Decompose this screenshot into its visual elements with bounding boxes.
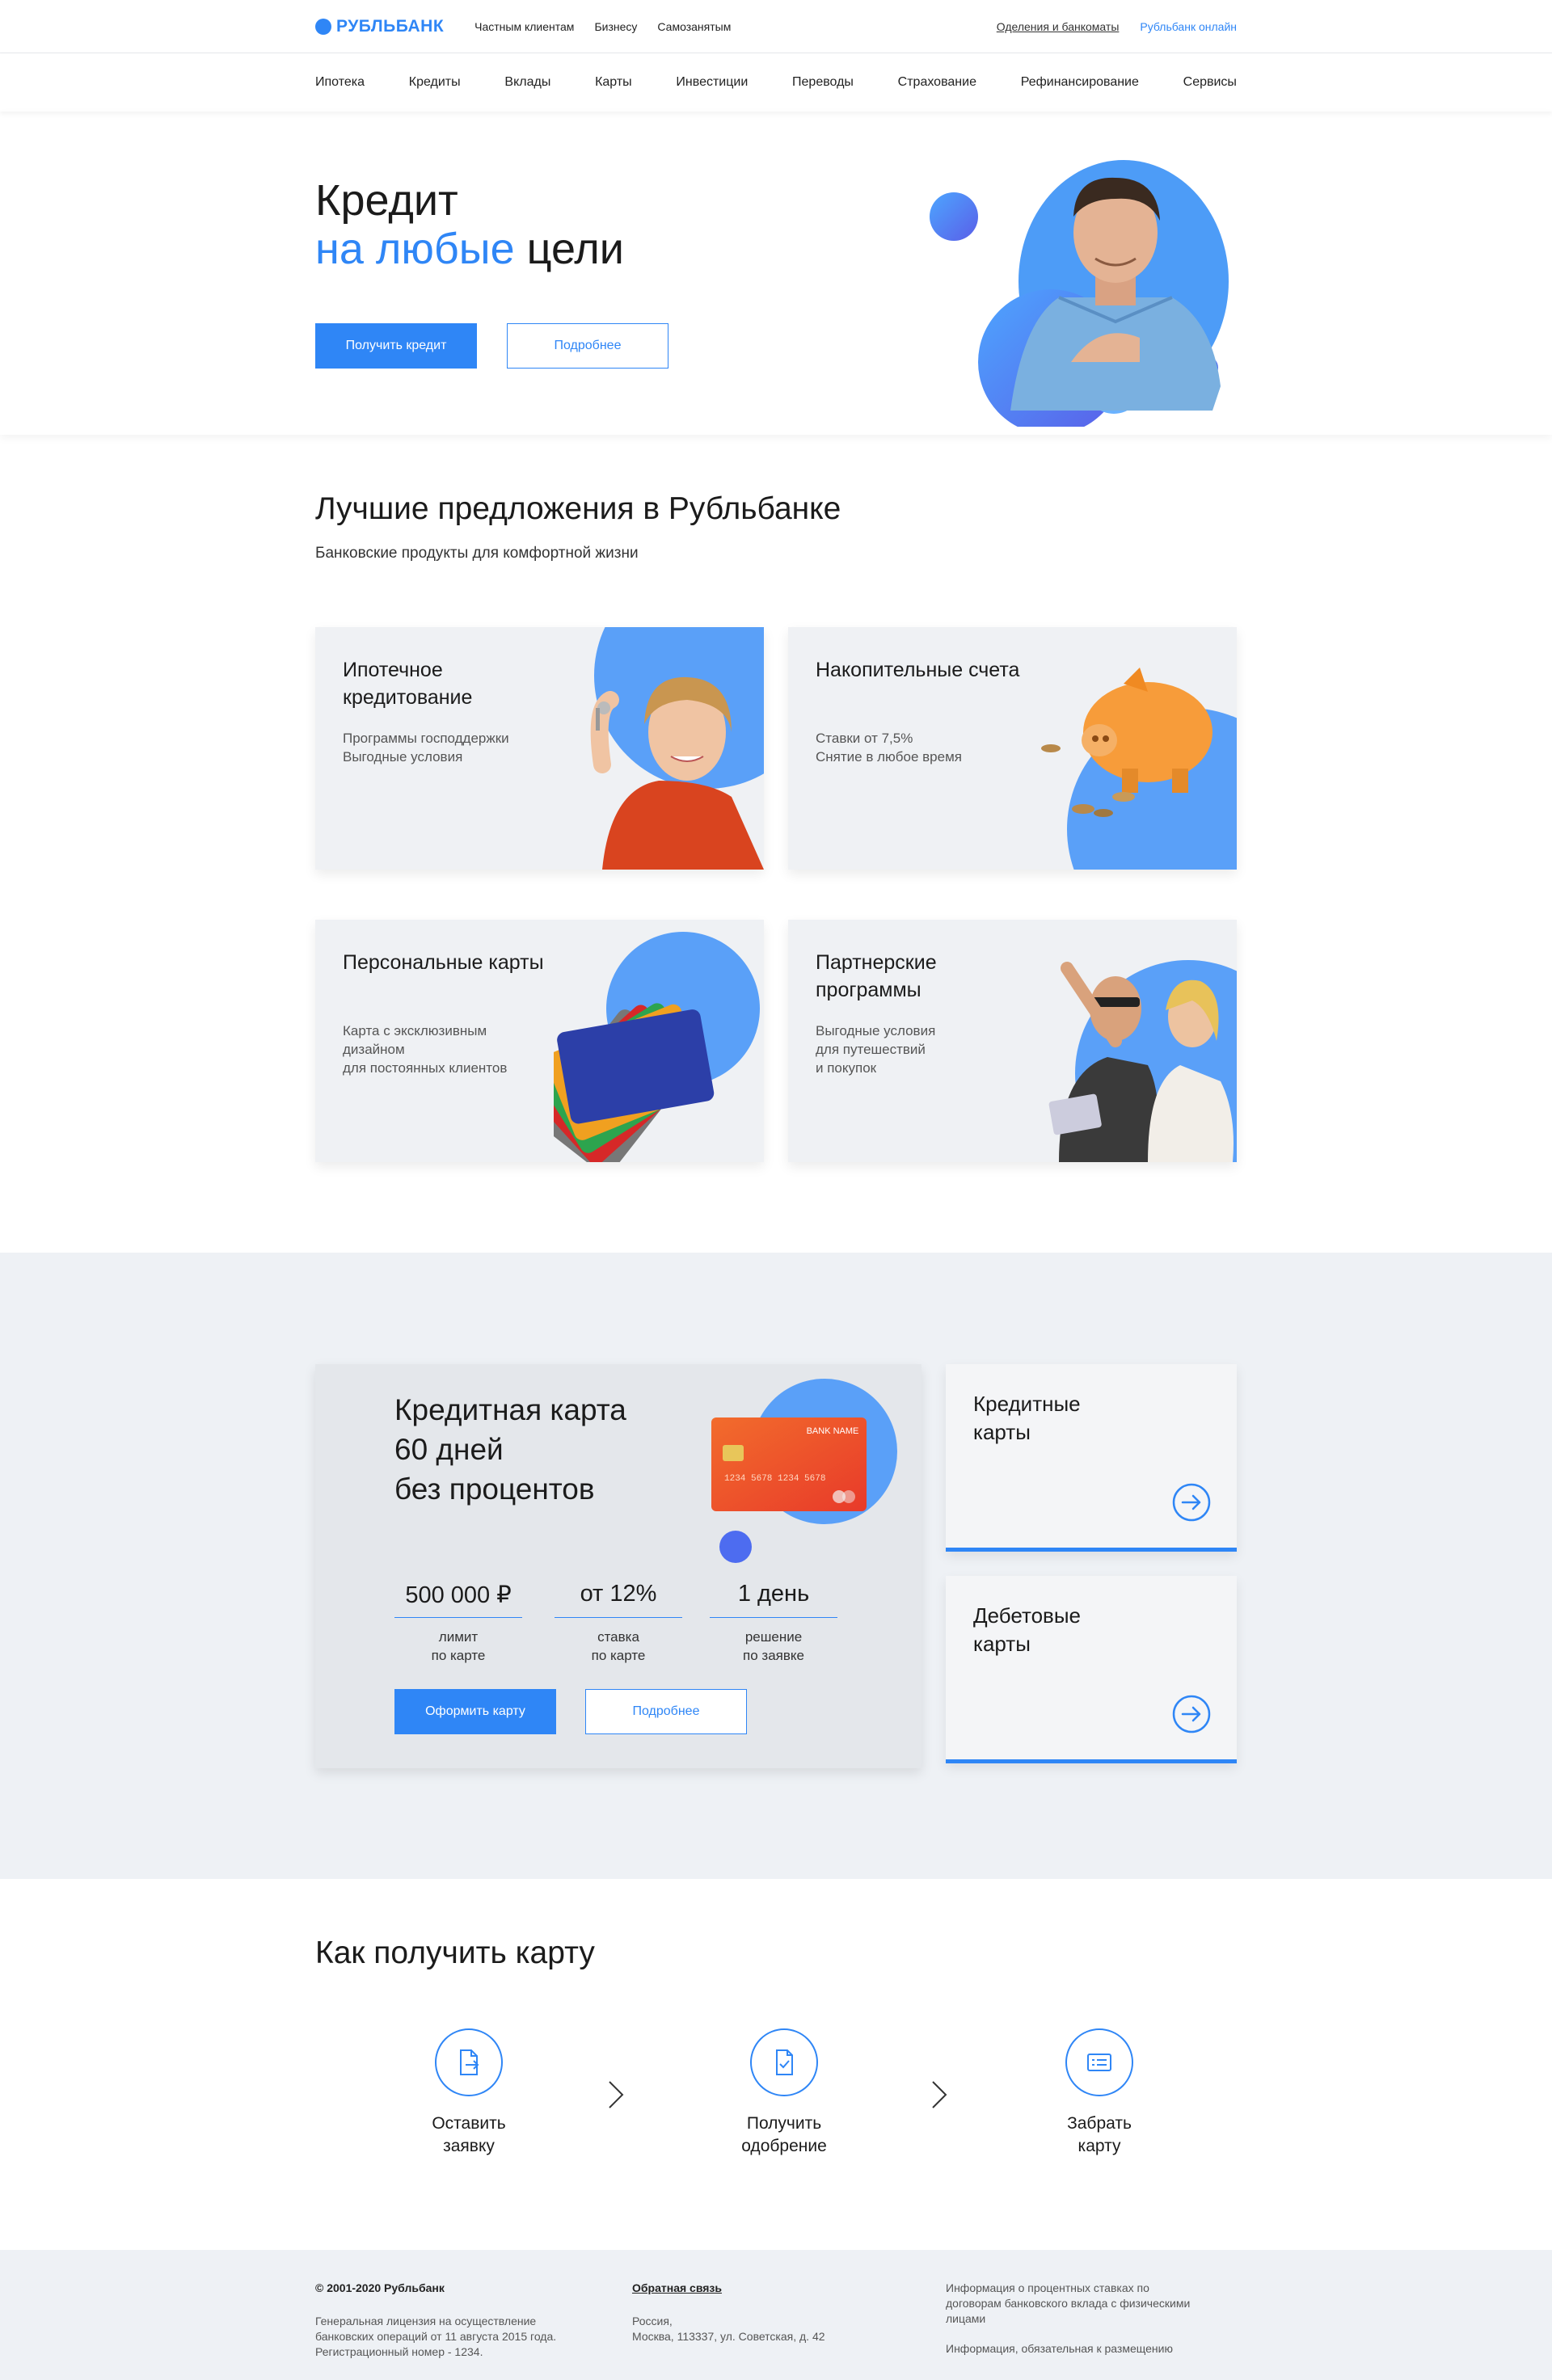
copyright: © 2001-2020 Рубльбанк bbox=[315, 2281, 445, 2294]
disclosure-link[interactable]: Информация, обязательная к размещению bbox=[946, 2341, 1221, 2357]
step-apply: Оставить заявку bbox=[388, 2028, 550, 2158]
license-text: Генеральная лицензия на осуществление ба… bbox=[315, 2315, 557, 2358]
feedback-link[interactable]: Обратная связь bbox=[632, 2281, 907, 2296]
card-icon bbox=[1065, 2028, 1133, 2096]
footer-col-info: Информация о процентных ставках по догов… bbox=[946, 2281, 1221, 2357]
footer-col-contacts: Обратная связь Россия, Москва, 113337, у… bbox=[632, 2281, 907, 2344]
address-text: Россия, Москва, 113337, ул. Советская, д… bbox=[632, 2315, 825, 2343]
chevron-right-icon bbox=[932, 2081, 947, 2108]
step-label: Оставить заявку bbox=[432, 2114, 506, 2155]
chevron-right-icon bbox=[609, 2081, 624, 2108]
footer: © 2001-2020 Рубльбанк Генеральная лиценз… bbox=[0, 2250, 1552, 2380]
step-label: Получить одобрение bbox=[741, 2114, 827, 2155]
document-check-icon bbox=[750, 2028, 818, 2096]
footer-col-legal: © 2001-2020 Рубльбанк Генеральная лиценз… bbox=[315, 2281, 590, 2360]
step-label: Забрать карту bbox=[1067, 2114, 1132, 2155]
steps-title: Как получить карту bbox=[315, 1936, 595, 1970]
step-pickup: Забрать карту bbox=[1018, 2028, 1180, 2158]
step-approval: Получить одобрение bbox=[703, 2028, 865, 2158]
document-send-icon bbox=[435, 2028, 503, 2096]
rates-info-link[interactable]: Информация о процентных ставках по догов… bbox=[946, 2281, 1221, 2327]
